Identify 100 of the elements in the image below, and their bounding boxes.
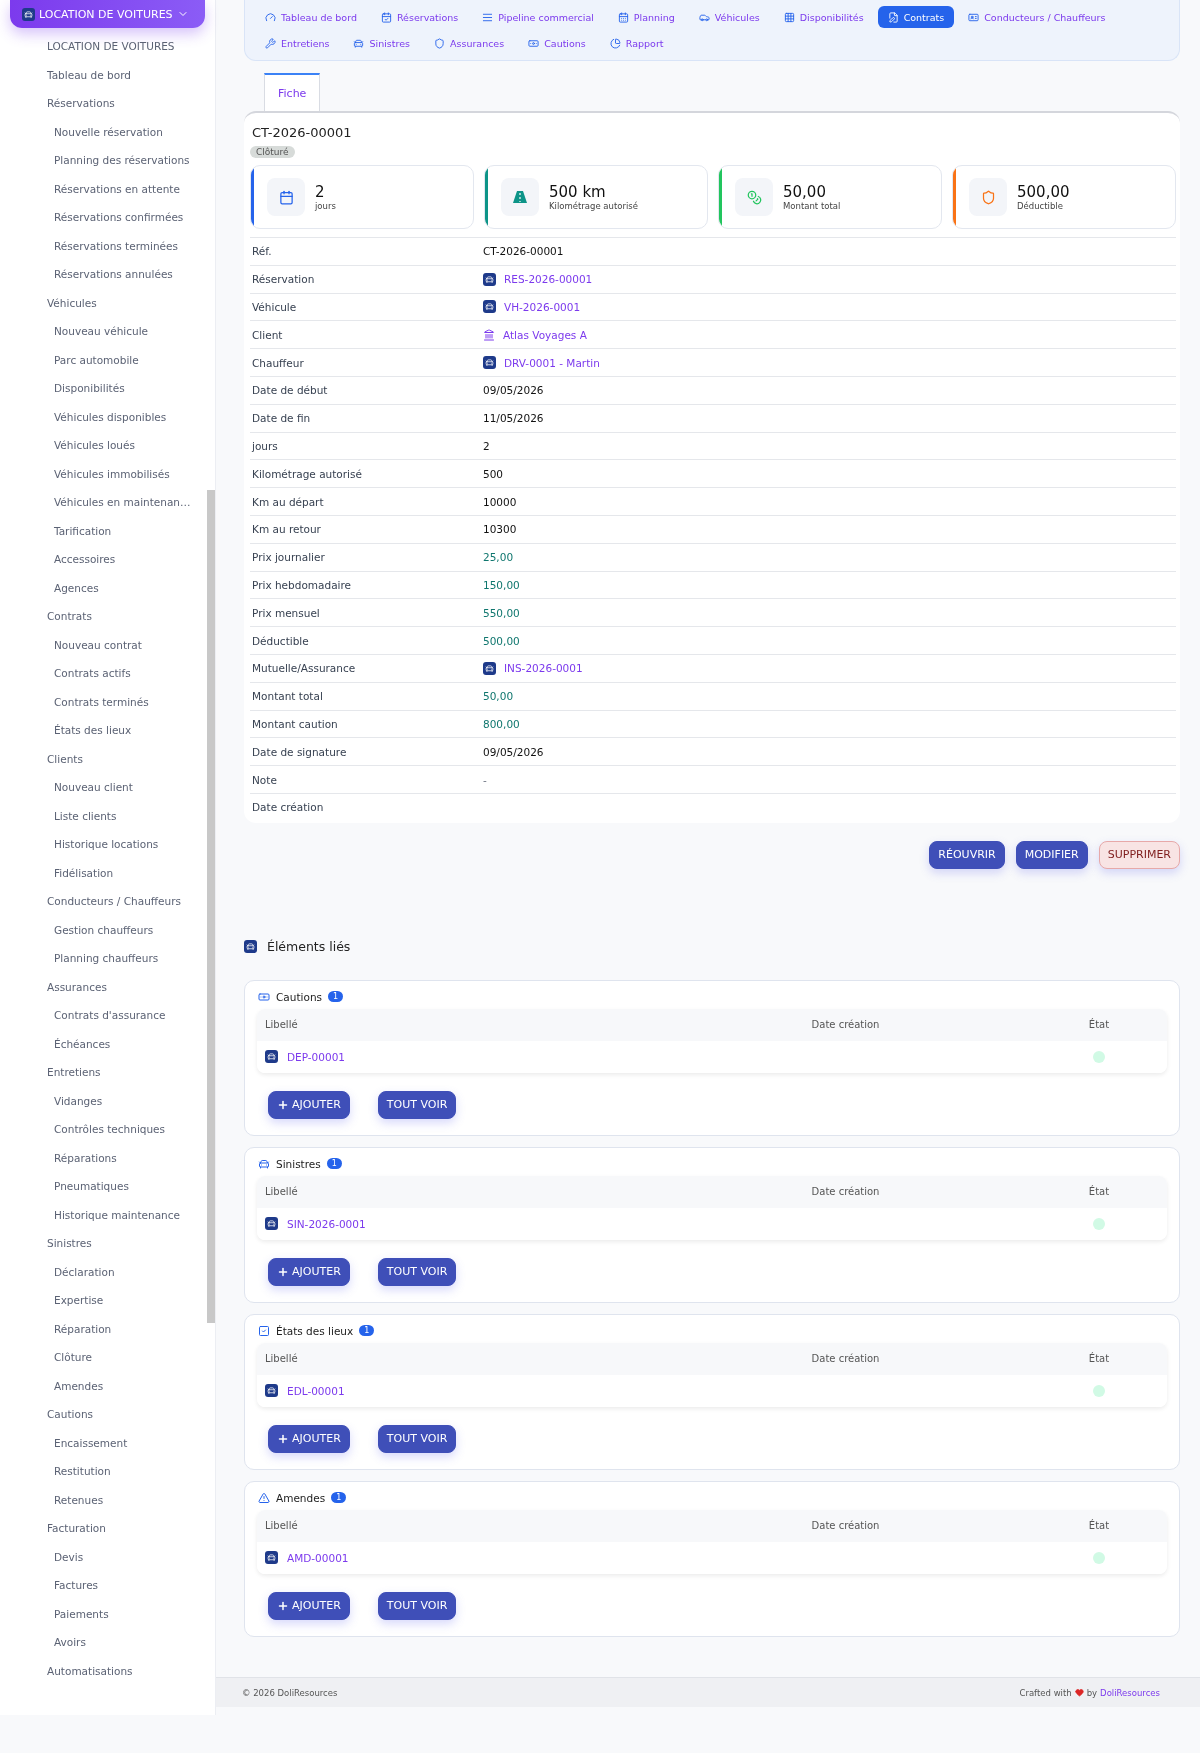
add-button[interactable]: AJOUTER	[268, 1591, 350, 1620]
nav-tab[interactable]: Pipeline commercial	[472, 6, 604, 28]
brand-link[interactable]: DoliResources	[1100, 1687, 1160, 1698]
nav-tab[interactable]: Cautions	[518, 32, 596, 54]
sidebar-subitem[interactable]: Planning des réservations	[0, 146, 205, 175]
sidebar-item[interactable]: Facturation	[0, 1514, 205, 1543]
gauge-icon	[265, 11, 276, 23]
scrollbar[interactable]	[207, 490, 215, 1323]
sidebar-subitem[interactable]: Agences	[0, 573, 205, 602]
nav-tab[interactable]: Entretiens	[255, 32, 340, 54]
nav-tab[interactable]: Rapport	[599, 32, 674, 54]
nav-tab[interactable]: Conducteurs / Chauffeurs	[958, 6, 1116, 28]
sidebar-subitem[interactable]: Réservations confirmées	[0, 203, 205, 232]
sidebar-subitem[interactable]: Encaissement	[0, 1428, 205, 1457]
sidebar-item[interactable]: Réservations	[0, 89, 205, 118]
sidebar-subitem[interactable]: Véhicules immobilisés	[0, 459, 205, 488]
sidebar-subitem[interactable]: Échéances	[0, 1029, 205, 1058]
field-link[interactable]: INS-2026-0001	[504, 662, 583, 675]
sidebar-subitem[interactable]: Nouveau client	[0, 773, 205, 802]
sidebar-item[interactable]: Sinistres	[0, 1229, 205, 1258]
sidebar-subitem[interactable]: Liste clients	[0, 801, 205, 830]
view-all-button[interactable]: TOUT VOIR	[377, 1090, 457, 1119]
sidebar-subitem[interactable]: Réparation	[0, 1314, 205, 1343]
column-header: Date création	[811, 1186, 880, 1198]
sidebar-subitem[interactable]: Nouveau contrat	[0, 630, 205, 659]
row-link[interactable]: DEP-00001	[287, 1050, 345, 1063]
add-button[interactable]: AJOUTER	[268, 1424, 350, 1453]
sidebar-subitem[interactable]: Clôture	[0, 1343, 205, 1372]
sidebar-subitem[interactable]: Réservations en attente	[0, 174, 205, 203]
sidebar-subitem[interactable]: Vidanges	[0, 1086, 205, 1115]
row-link[interactable]: SIN-2026-0001	[287, 1217, 366, 1230]
action-button[interactable]: RÉOUVRIR	[929, 840, 1005, 869]
sidebar-subitem[interactable]: Réparations	[0, 1143, 205, 1172]
column-header: État	[1088, 1353, 1110, 1365]
field-link[interactable]: RES-2026-00001	[504, 273, 593, 286]
sidebar-subitem[interactable]: États des lieux	[0, 716, 205, 745]
sidebar-subitem[interactable]: Devis	[0, 1542, 205, 1571]
sidebar-item[interactable]: Véhicules	[0, 288, 205, 317]
car-avatar-icon	[265, 1384, 278, 1398]
field-link[interactable]: Atlas Voyages A	[503, 328, 587, 341]
sidebar-subitem[interactable]: Factures	[0, 1571, 205, 1600]
sidebar-subitem[interactable]: Planning chauffeurs	[0, 944, 205, 973]
sidebar-subitem[interactable]: Nouvelle réservation	[0, 117, 205, 146]
module-button[interactable]: LOCATION DE VOITURES	[10, 0, 205, 28]
nav-tab[interactable]: Planning	[607, 6, 685, 28]
sidebar-item[interactable]: Contrats	[0, 602, 205, 631]
nav-tab[interactable]: Assurances	[424, 32, 515, 54]
sidebar-item[interactable]: Assurances	[0, 972, 205, 1001]
sidebar-subitem[interactable]: Avoirs	[0, 1628, 205, 1657]
view-all-button[interactable]: TOUT VOIR	[377, 1591, 457, 1620]
sidebar-subitem[interactable]: Véhicules disponibles	[0, 402, 205, 431]
field-link[interactable]: DRV-0001 - Martin	[504, 356, 600, 369]
sidebar-subitem[interactable]: Expertise	[0, 1286, 205, 1315]
sidebar-subitem[interactable]: Contrats d'assurance	[0, 1001, 205, 1030]
sidebar-subitem[interactable]: Gestion chauffeurs	[0, 915, 205, 944]
sidebar-subitem[interactable]: Contrats actifs	[0, 659, 205, 688]
sidebar-subitem[interactable]: Disponibilités	[0, 374, 205, 403]
nav-tab[interactable]: Véhicules	[688, 6, 770, 28]
sidebar-subitem[interactable]: Paiements	[0, 1599, 205, 1628]
sidebar-subitem[interactable]: Contrats terminés	[0, 687, 205, 716]
view-all-button[interactable]: TOUT VOIR	[377, 1257, 457, 1286]
sidebar-item[interactable]: Entretiens	[0, 1058, 205, 1087]
sidebar-item[interactable]: LOCATION DE VOITURES	[0, 32, 205, 61]
sidebar-subitem[interactable]: Tarification	[0, 516, 205, 545]
nav-tab[interactable]: Tableau de bord	[255, 6, 367, 28]
nav-tab[interactable]: Sinistres	[343, 32, 420, 54]
sidebar-subitem[interactable]: Retenues	[0, 1485, 205, 1514]
action-button[interactable]: SUPPRIMER	[1098, 840, 1180, 869]
add-button[interactable]: AJOUTER	[268, 1090, 350, 1119]
sidebar-subitem[interactable]: Fidélisation	[0, 858, 205, 887]
sidebar-subitem[interactable]: Accessoires	[0, 545, 205, 574]
row-link[interactable]: EDL-00001	[287, 1384, 345, 1397]
sidebar-subitem[interactable]: Contrôles techniques	[0, 1115, 205, 1144]
action-button[interactable]: MODIFIER	[1015, 840, 1088, 869]
sidebar-subitem[interactable]: Parc automobile	[0, 345, 205, 374]
sidebar-subitem[interactable]: Restitution	[0, 1457, 205, 1486]
sidebar-item[interactable]: Automatisations	[0, 1656, 205, 1685]
sidebar-subitem[interactable]: Réservations annulées	[0, 260, 205, 289]
sidebar-subitem[interactable]: Historique locations	[0, 830, 205, 859]
sidebar-subitem[interactable]: Amendes	[0, 1371, 205, 1400]
nav-tab[interactable]: Réservations	[370, 6, 469, 28]
sidebar-item[interactable]: Tableau de bord	[0, 60, 205, 89]
sidebar-subitem[interactable]: Déclaration	[0, 1257, 205, 1286]
sidebar-item[interactable]: Conducteurs / Chauffeurs	[0, 887, 205, 916]
tab[interactable]: Fiche	[264, 73, 321, 111]
sidebar-subitem[interactable]: Véhicules en maintenan…	[0, 488, 205, 517]
view-all-button[interactable]: TOUT VOIR	[377, 1424, 457, 1453]
sidebar-subitem[interactable]: Historique maintenance	[0, 1200, 205, 1229]
sidebar-subitem[interactable]: Réservations terminées	[0, 231, 205, 260]
sidebar-item[interactable]: Clients	[0, 744, 205, 773]
sidebar-subitem[interactable]: Véhicules loués	[0, 431, 205, 460]
calendar-icon	[267, 178, 305, 216]
field-link[interactable]: VH-2026-0001	[504, 301, 581, 313]
sidebar-item[interactable]: Cautions	[0, 1400, 205, 1429]
nav-tab[interactable]: Disponibilités	[773, 6, 874, 28]
add-button[interactable]: AJOUTER	[268, 1257, 350, 1286]
sidebar-subitem[interactable]: Pneumatiques	[0, 1172, 205, 1201]
nav-tab[interactable]: Contrats	[877, 6, 955, 28]
sidebar-subitem[interactable]: Nouveau véhicule	[0, 317, 205, 346]
row-link[interactable]: AMD-00001	[287, 1551, 349, 1564]
